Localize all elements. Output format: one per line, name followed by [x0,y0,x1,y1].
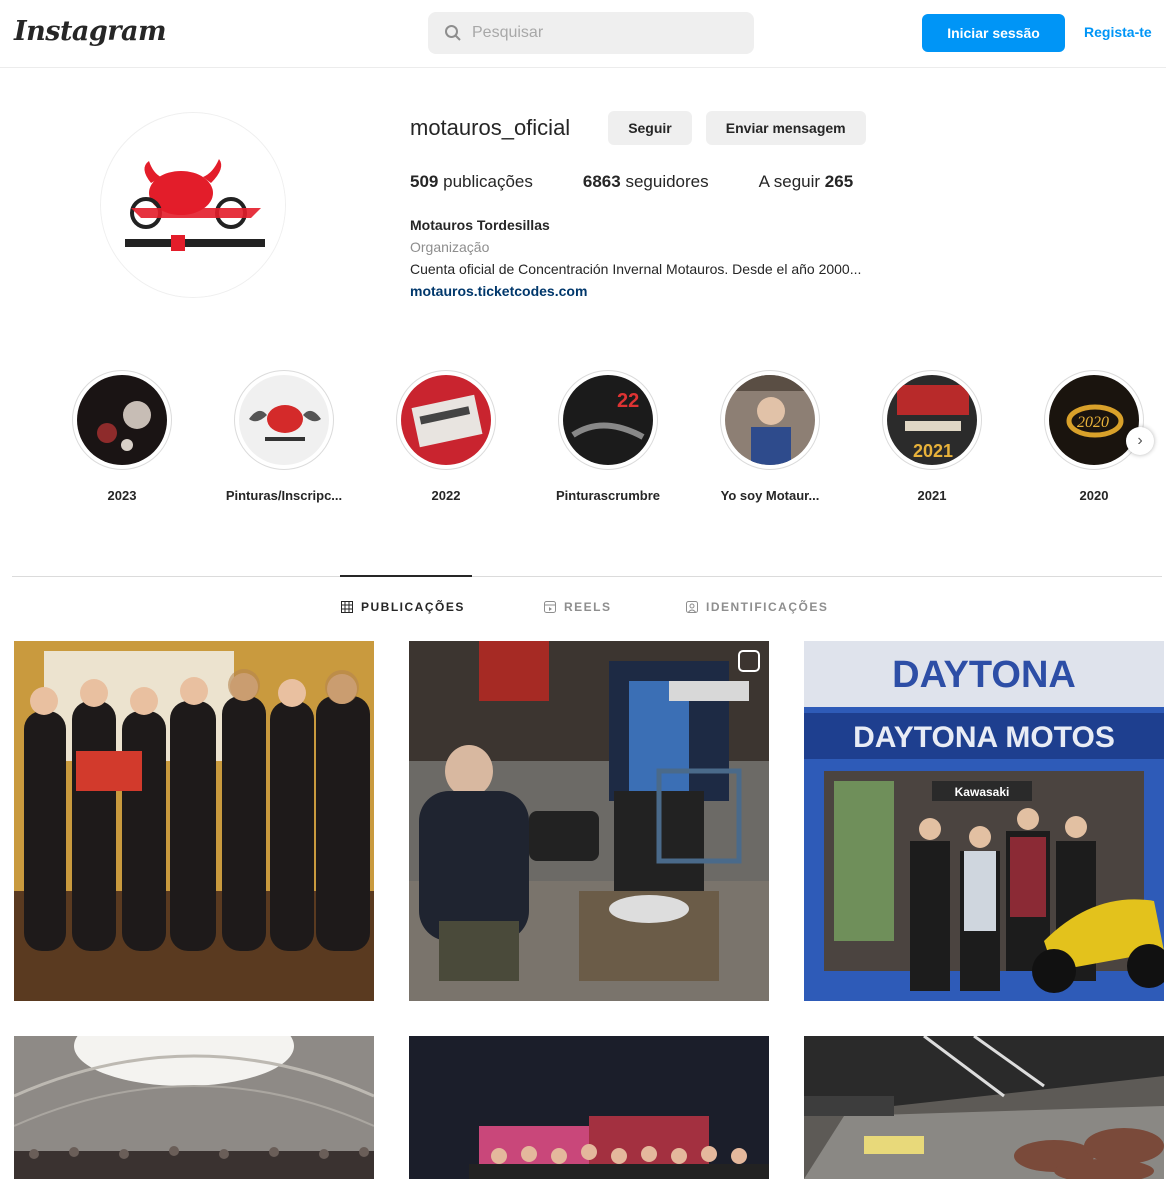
tabs-divider [12,576,1162,577]
highlight-item[interactable]: 2022 [381,370,511,503]
profile-avatar[interactable] [100,112,286,298]
profile-website-link[interactable]: motauros.ticketcodes.com [410,280,1130,302]
profile-category: Organização [410,239,490,255]
tag-icon [686,601,698,613]
following-stat[interactable]: A seguir 265 [759,172,854,192]
grid-icon [341,601,353,613]
followers-stat[interactable]: 6863 seguidores [583,172,709,192]
post-thumbnail[interactable] [409,1036,769,1179]
register-link[interactable]: Regista-te [1084,24,1152,40]
chevron-right-icon: › [1137,432,1143,449]
send-message-button[interactable]: Enviar mensagem [705,111,866,145]
post-thumbnail[interactable]: DAYTONA DAYTONA MOTOS Kawasaki [804,641,1164,1001]
search-icon [445,25,461,41]
highlight-item[interactable]: 2021 2021 [867,370,997,503]
svg-text:22: 22 [617,390,639,412]
profile-stats: 509 publicações 6863 seguidores A seguir… [410,172,1130,192]
tab-tagged[interactable]: IDENTIFICAÇÕES [686,600,828,614]
svg-text:2021: 2021 [913,441,953,461]
tab-reels[interactable]: REELS [544,600,612,614]
daytona-sign-text: DAYTONA [892,654,1076,696]
post-thumbnail[interactable] [14,641,374,1001]
profile-username: motauros_oficial [410,115,571,140]
active-tab-indicator [340,575,472,577]
svg-text:2020: 2020 [1077,414,1109,431]
kawasaki-sign-text: Kawasaki [955,785,1010,799]
post-thumbnail[interactable] [804,1036,1164,1179]
highlight-item[interactable]: Yo soy Motaur... [705,370,835,503]
search-input[interactable] [472,24,722,42]
highlight-item[interactable]: Pinturas/Inscripc... [219,370,349,503]
daytona-motos-text: DAYTONA MOTOS [853,721,1115,754]
highlight-item[interactable]: 22 Pinturascrumbre [543,370,673,503]
profile-info: motauros_oficial Seguir Enviar mensagem … [410,108,1130,302]
login-button[interactable]: Iniciar sessão [922,14,1065,52]
instagram-logo[interactable]: Instagram [14,16,167,47]
highlight-item[interactable]: 2023 [57,370,187,503]
search-box[interactable] [428,12,754,54]
reels-icon [544,601,556,613]
story-highlights: 2023 Pinturas/Inscripc... 2022 22 Pintur… [0,370,1166,520]
profile-bio: Motauros Tordesillas Organização Cuenta … [410,214,1130,302]
post-thumbnail[interactable] [409,641,769,1001]
follow-button[interactable]: Seguir [608,111,692,145]
profile-full-name: Motauros Tordesillas [410,217,550,233]
post-thumbnail[interactable] [14,1036,374,1179]
tab-posts[interactable]: PUBLICAÇÕES [341,600,465,614]
posts-stat: 509 publicações [410,172,533,191]
highlights-next-button[interactable]: › [1126,427,1154,455]
profile-bio-text: Cuenta oficial de Concentración Invernal… [410,261,862,277]
top-navigation-bar: Instagram Iniciar sessão Regista-te [0,0,1166,68]
